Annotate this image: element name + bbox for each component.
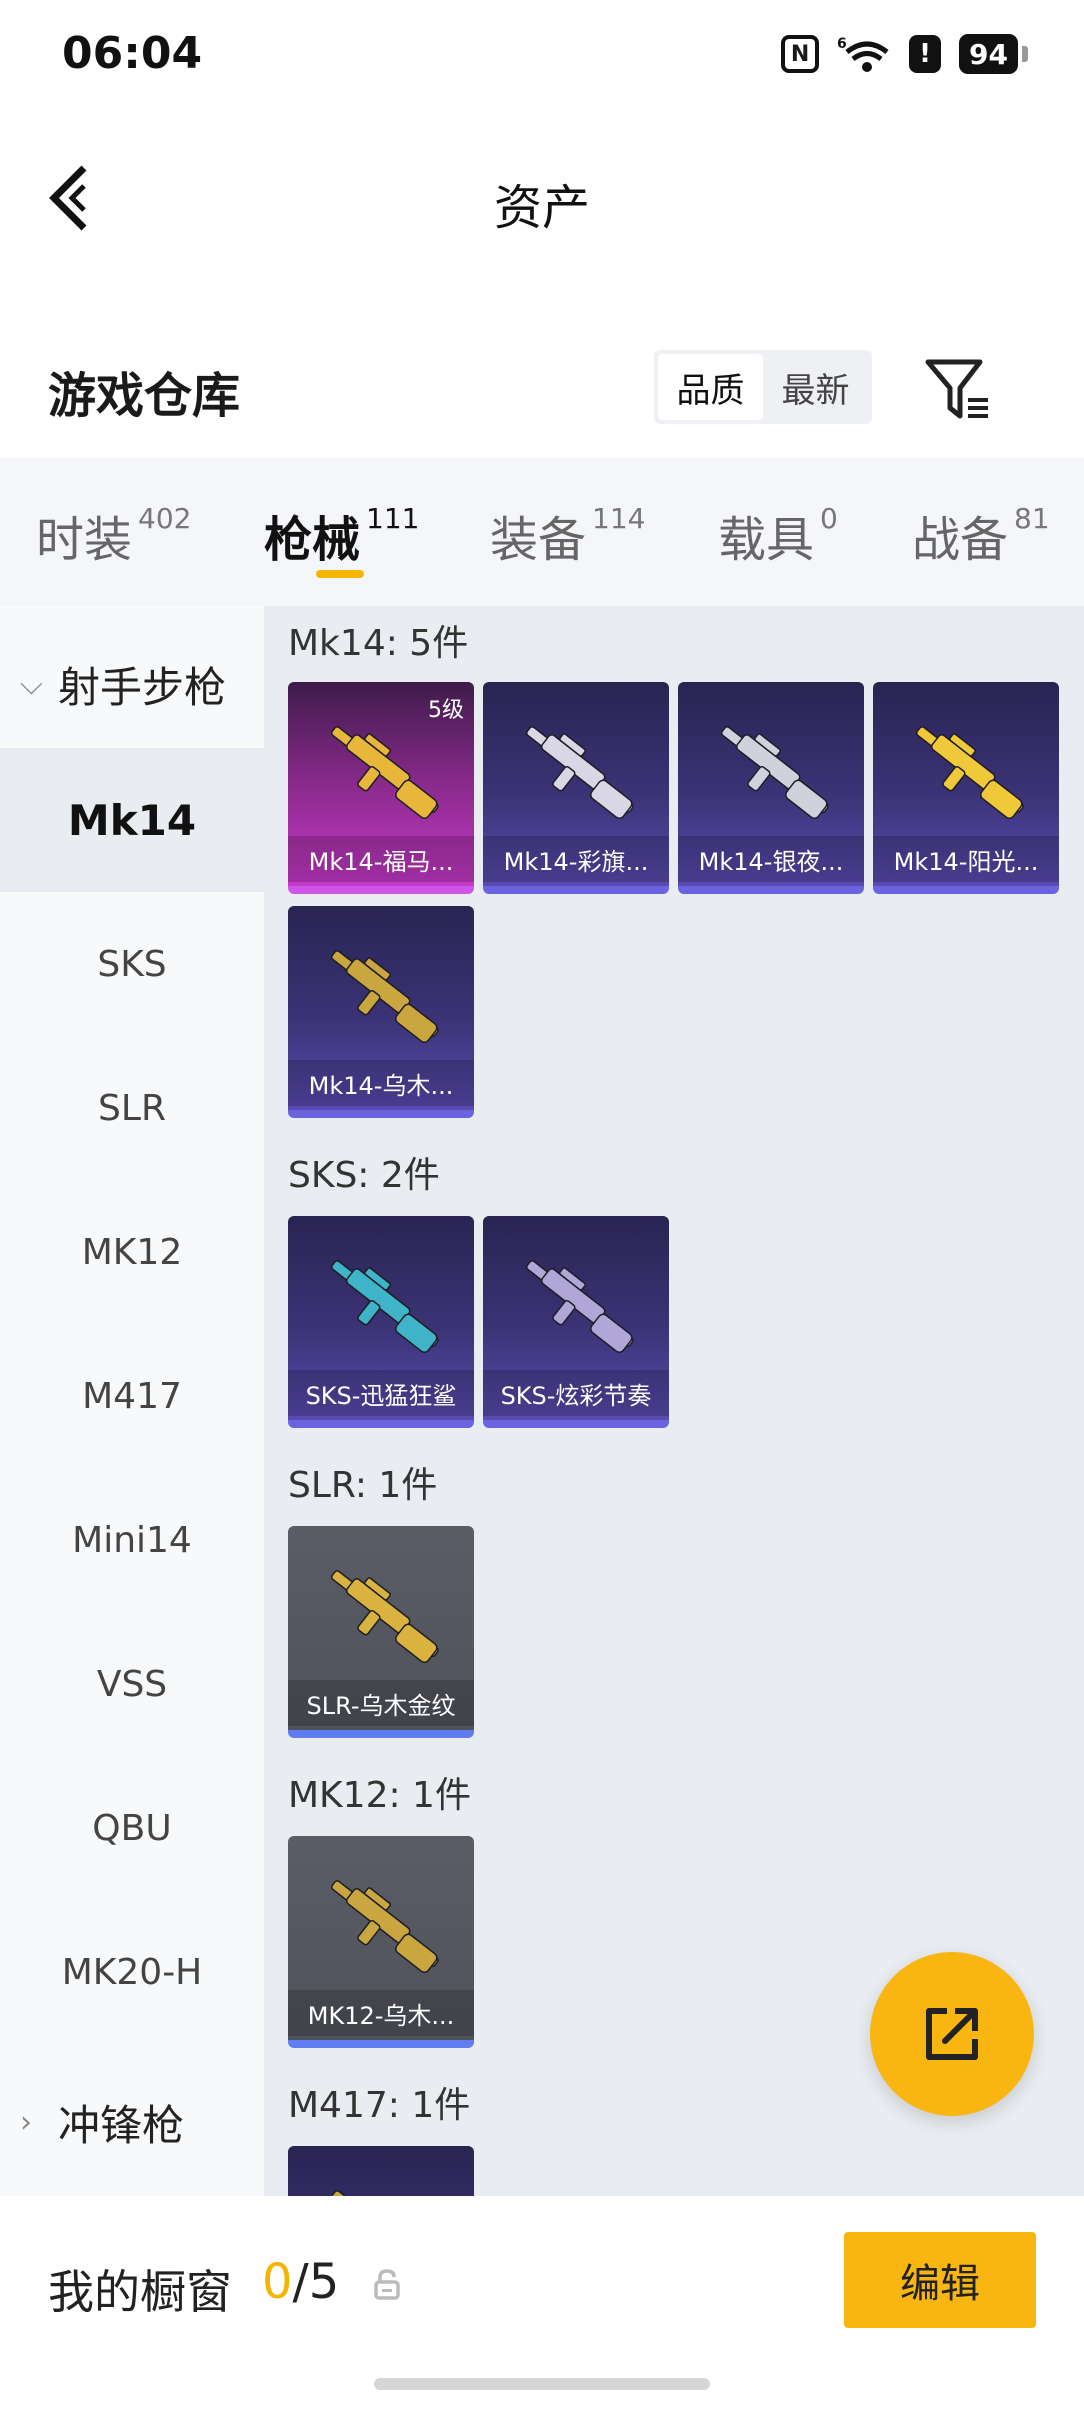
weapon-card[interactable]: Mk14-乌木... [288,906,474,1118]
sidebar-item-slr[interactable]: SLR [0,1036,264,1180]
weapon-card-name: Mk14-乌木... [288,1060,474,1106]
tab-equipment[interactable]: 装备 114 [490,500,645,570]
sidebar-item-vss[interactable]: VSS [0,1612,264,1756]
home-indicator [374,2378,710,2390]
tab-count: 0 [820,502,838,535]
wifi-icon: 6 [837,34,891,74]
chevron-down-icon: ⌵ [20,667,43,702]
app-header: 资产 [0,110,1084,280]
weapon-card-name: SKS-炫彩节奏 [483,1370,669,1416]
sort-toggle: 品质 最新 [654,350,872,424]
weapon-card[interactable]: Mk14-阳光... [873,682,1059,894]
sort-option-newest[interactable]: 最新 [763,354,868,420]
showcase-count: 0/5 [262,2254,339,2310]
filter-button[interactable] [924,354,992,424]
sidebar-item-qbu[interactable]: QBU [0,1756,264,1900]
filter-icon [925,359,988,419]
weapon-category-sidebar: ⌵ 射手步枪 Mk14 SKS SLR MK12 M417 Mini14 VSS… [0,606,264,2196]
weapon-card[interactable]: Mk14-彩旗... [483,682,669,894]
weapon-card-name: Mk14-福马... [288,836,474,882]
weapon-card[interactable]: SKS-迅猛狂鲨 [288,1216,474,1428]
network-label: 6 [837,36,847,52]
sidebar-item-m417[interactable]: M417 [0,1324,264,1468]
weapon-card[interactable]: SLR-乌木金纹 [288,1526,474,1738]
showcase-total: /5 [292,2254,340,2310]
rifle-icon [721,726,829,819]
sidebar-group-marksman-rifles[interactable]: ⌵ 射手步枪 [20,654,226,715]
weapon-card[interactable]: MK12-乌木... [288,1836,474,2048]
tab-supplies[interactable]: 战备 81 [912,500,1050,570]
section-title: Mk14: 5件 [288,623,469,664]
sidebar-group-label: 冲锋枪 [58,2101,185,2150]
showcase-current: 0 [262,2254,293,2310]
chevron-right-icon: › [20,2105,32,2140]
rifle-icon [331,1880,439,1973]
showcase-label: 我的橱窗 [48,2265,232,2319]
rifle-icon [331,1570,439,1663]
share-button[interactable] [870,1952,1034,2116]
edit-button[interactable]: 编辑 [844,2232,1036,2328]
weapon-card-name: Mk14-阳光... [873,836,1059,882]
battery-indicator: 94 [959,34,1028,74]
sidebar-group-smg[interactable]: › 冲锋枪 [20,2092,184,2153]
active-tab-indicator [316,570,364,578]
sidebar-group-label: 射手步枪 [58,663,227,712]
section-title: MK12: 1件 [288,1775,471,1816]
page-title: 资产 [493,180,590,236]
weapon-card[interactable]: 5级 Mk14-福马... [288,682,474,894]
tab-label: 时装 [36,512,133,568]
warehouse-title: 游戏仓库 [48,368,241,424]
weapon-card[interactable]: Mk14-银夜... [678,682,864,894]
rifle-icon [916,726,1024,819]
rifle-icon [331,950,439,1043]
tab-count: 81 [1014,502,1050,535]
alert-icon: ! [909,35,942,73]
showcase-bar: 我的橱窗 0/5 编辑 [0,2196,1084,2412]
weapon-card-name: MK12-乌木... [288,1990,474,2036]
weapon-card[interactable]: SKS-炫彩节奏 [483,1216,669,1428]
sort-option-quality[interactable]: 品质 [658,354,763,420]
level-badge: 5级 [428,698,464,723]
tab-fashion[interactable]: 时装 402 [36,500,191,570]
weapon-card[interactable] [288,2146,474,2196]
tab-vehicles[interactable]: 载具 0 [718,500,838,570]
tab-label: 战备 [912,512,1009,568]
tab-count: 111 [366,502,420,535]
tab-count: 114 [592,502,646,535]
sidebar-item-sks[interactable]: SKS [0,892,264,1036]
share-external-icon [926,2008,978,2060]
rifle-icon [331,1260,439,1353]
tab-label: 枪械 [264,512,361,568]
lock-icon [372,2268,402,2302]
sidebar-item-mk14[interactable]: Mk14 [0,748,264,892]
weapon-card-name: SLR-乌木金纹 [288,1680,474,1726]
rifle-icon [526,1260,634,1353]
tab-label: 装备 [490,512,587,568]
tab-firearms[interactable]: 枪械 111 [264,500,419,570]
category-tabs: 时装 402 枪械 111 装备 114 载具 0 战备 81 [0,458,1084,606]
tab-label: 载具 [718,512,815,568]
status-icons: N 6 ! 94 [781,34,1028,74]
sidebar-item-mk12[interactable]: MK12 [0,1180,264,1324]
section-title: SKS: 2件 [288,1155,440,1196]
status-bar: 06:04 N 6 ! 94 [0,0,1084,110]
sidebar-item-mini14[interactable]: Mini14 [0,1468,264,1612]
weapon-card-name: Mk14-彩旗... [483,836,669,882]
status-time: 06:04 [62,28,203,79]
weapon-card-name: SKS-迅猛狂鲨 [288,1370,474,1416]
rifle-icon [331,2190,439,2196]
section-title: M417: 1件 [288,2085,471,2126]
tab-count: 402 [138,502,192,535]
weapon-card-name: Mk14-银夜... [678,836,864,882]
section-title: SLR: 1件 [288,1465,438,1506]
sidebar-item-mk20h[interactable]: MK20-H [0,1900,264,2044]
rifle-icon [526,726,634,819]
nfc-icon: N [781,35,820,73]
warehouse-row: 游戏仓库 品质 最新 [0,320,1084,460]
